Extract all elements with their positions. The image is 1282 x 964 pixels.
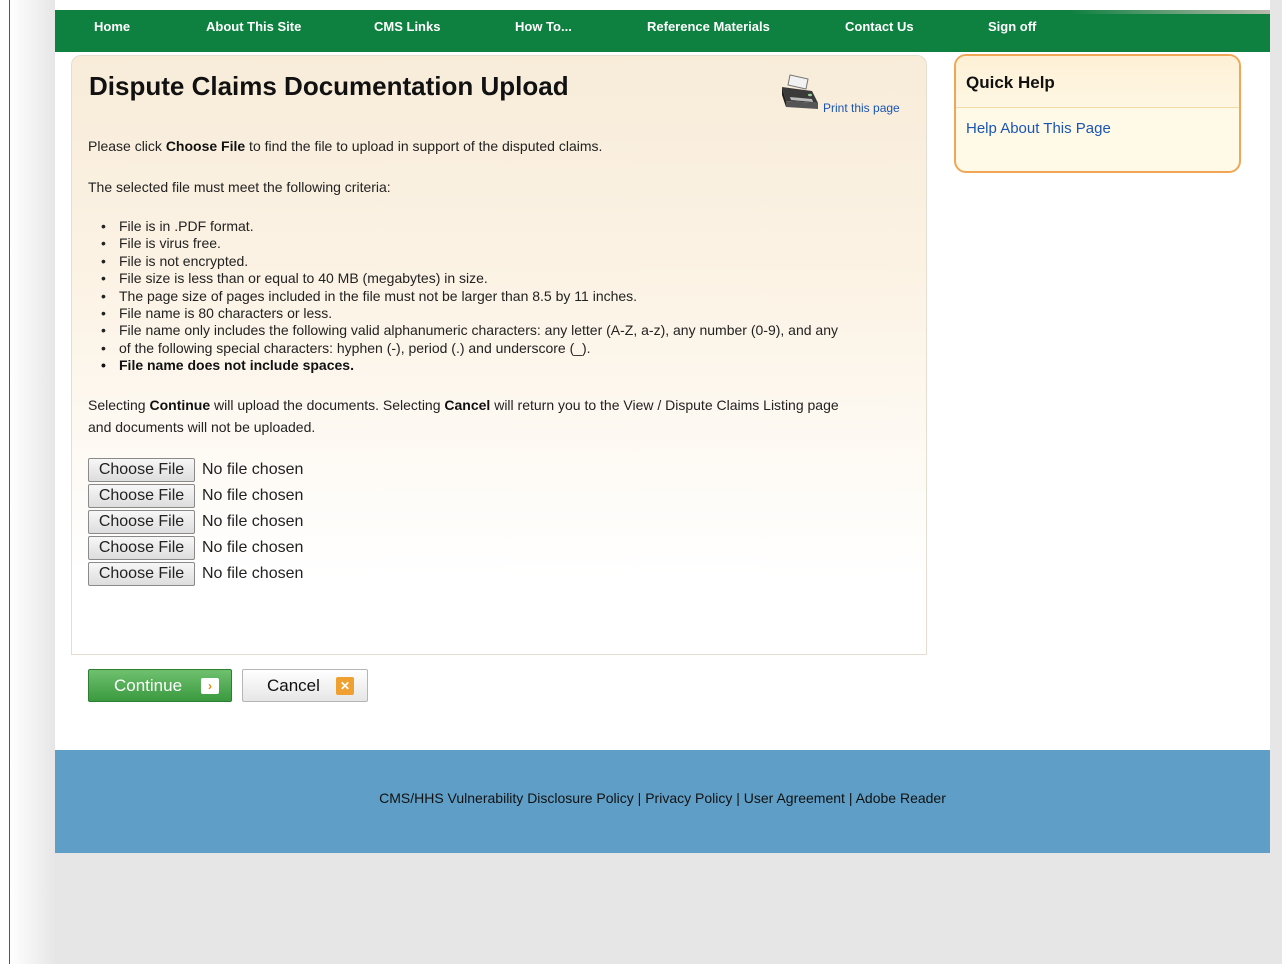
quick-help-box: Quick Help Help About This Page <box>954 54 1241 173</box>
nav-home[interactable]: Home <box>94 10 130 52</box>
quick-help-title: Quick Help <box>966 73 1055 92</box>
cancel-button-label: Cancel <box>267 676 320 695</box>
criteria-item: File name only includes the following va… <box>88 322 908 340</box>
nav-cms-links[interactable]: CMS Links <box>374 10 440 52</box>
intro-text-pre: Please click <box>88 138 166 154</box>
printer-icon[interactable] <box>778 73 822 113</box>
window-left-edge <box>0 0 10 964</box>
footer-link-vulnerability-disclosure[interactable]: CMS/HHS Vulnerability Disclosure Policy <box>379 790 634 806</box>
nav-contact-us[interactable]: Contact Us <box>845 10 914 52</box>
criteria-item: File is in .PDF format. <box>88 218 908 236</box>
top-navigation: Home About This Site CMS Links How To...… <box>55 10 1270 52</box>
nav-how-to[interactable]: How To... <box>515 10 572 52</box>
criteria-item: File name is 80 characters or less. <box>88 305 908 323</box>
selecting-text-c: will return you to the View / Dispute Cl… <box>490 397 839 413</box>
file-status: No file chosen <box>202 487 304 504</box>
print-page-link[interactable]: Print this page <box>823 101 900 115</box>
footer-separator: | <box>844 790 856 806</box>
page-title: Dispute Claims Documentation Upload <box>89 71 569 101</box>
selecting-text-a: Selecting <box>88 397 150 413</box>
choose-file-button[interactable]: Choose File <box>88 484 195 508</box>
selecting-text-line2: and documents will not be uploaded. <box>88 419 316 435</box>
file-status: No file chosen <box>202 513 304 530</box>
intro-text-post: to find the file to upload in support of… <box>245 138 603 154</box>
page-shadow <box>10 0 55 964</box>
nav-sign-off[interactable]: Sign off <box>988 10 1036 52</box>
footer-links: CMS/HHS Vulnerability Disclosure Policy … <box>55 790 1270 806</box>
file-status: No file chosen <box>202 539 304 556</box>
criteria-intro: The selected file must meet the followin… <box>88 179 391 195</box>
criteria-item: The page size of pages included in the f… <box>88 288 908 306</box>
criteria-list: File is in .PDF format. File is virus fr… <box>88 218 908 375</box>
quick-help-header: Quick Help <box>956 56 1239 108</box>
continue-button[interactable]: Continue › <box>88 669 232 702</box>
choose-file-button[interactable]: Choose File <box>88 536 195 560</box>
footer: CMS/HHS Vulnerability Disclosure Policy … <box>55 750 1270 853</box>
criteria-item: File size is less than or equal to 40 MB… <box>88 270 908 288</box>
cancel-button[interactable]: Cancel ✕ <box>242 669 368 702</box>
footer-link-adobe-reader[interactable]: Adobe Reader <box>856 790 946 806</box>
criteria-item-no-spaces: File name does not include spaces. <box>88 357 908 375</box>
choose-file-button[interactable]: Choose File <box>88 510 195 534</box>
footer-separator: | <box>732 790 744 806</box>
nav-decoration <box>1070 10 1270 14</box>
criteria-item: File is virus free. <box>88 235 908 253</box>
nav-about-this-site[interactable]: About This Site <box>206 10 301 52</box>
criteria-item-continued: of the following special characters: hyp… <box>88 340 908 358</box>
footer-link-privacy-policy[interactable]: Privacy Policy <box>645 790 732 806</box>
chevron-right-icon: › <box>201 678 219 694</box>
selecting-text-cancel: Cancel <box>444 397 491 413</box>
nav-reference-materials[interactable]: Reference Materials <box>647 10 770 52</box>
footer-link-user-agreement[interactable]: User Agreement <box>744 790 845 806</box>
help-about-page-link[interactable]: Help About This Page <box>966 120 1111 137</box>
close-icon: ✕ <box>336 677 354 695</box>
choose-file-button[interactable]: Choose File <box>88 458 195 482</box>
intro-text-bold: Choose File <box>165 138 246 154</box>
continue-button-label: Continue <box>114 676 183 695</box>
selecting-text: Selecting Continue will upload the docum… <box>88 397 839 413</box>
criteria-item: File is not encrypted. <box>88 253 908 271</box>
selecting-text-b: will upload the documents. Selecting <box>210 397 445 413</box>
file-status: No file chosen <box>202 565 304 582</box>
choose-file-button[interactable]: Choose File <box>88 562 195 586</box>
footer-separator: | <box>633 790 646 806</box>
selecting-text-continue: Continue <box>149 397 211 413</box>
intro-text: Please click Choose File to find the fil… <box>88 138 602 154</box>
file-status: No file chosen <box>202 461 304 478</box>
